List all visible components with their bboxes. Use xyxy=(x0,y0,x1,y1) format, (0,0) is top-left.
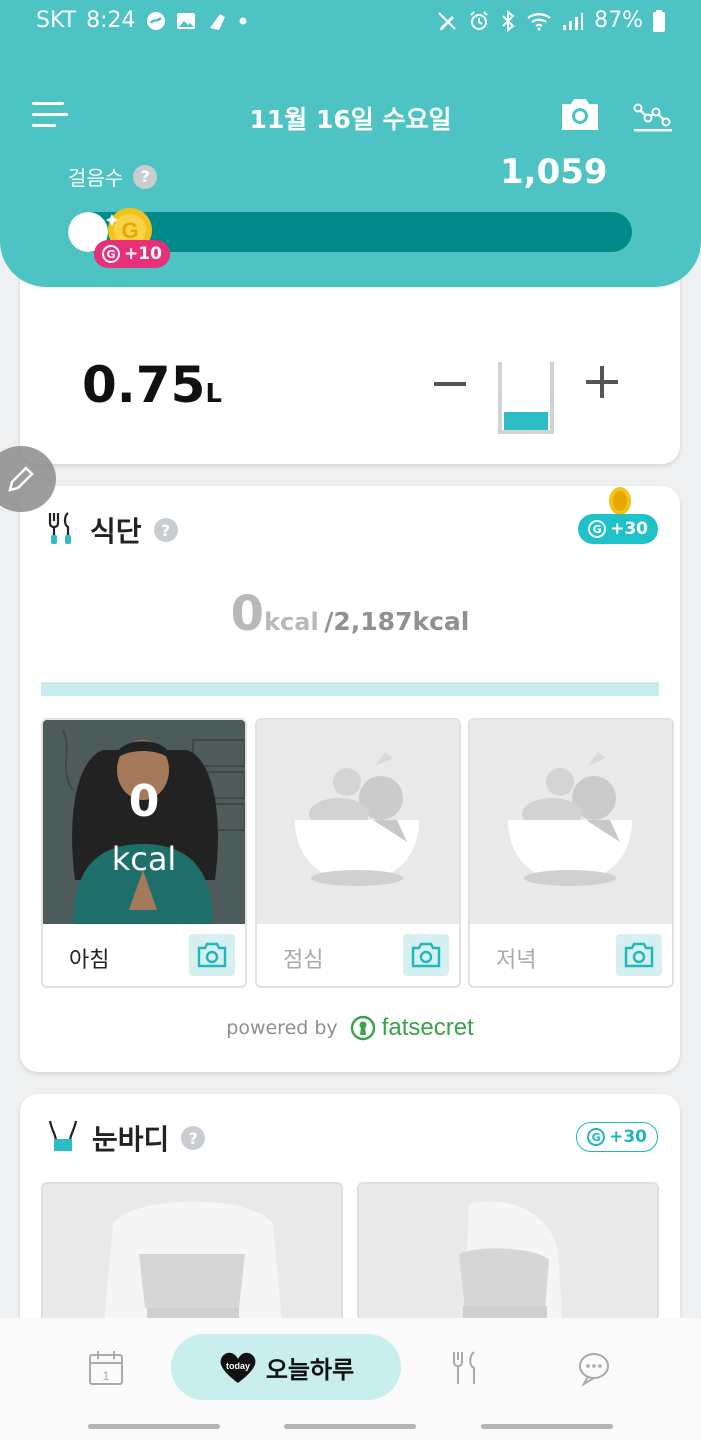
meal-card-lunch[interactable]: 점심 xyxy=(255,718,461,988)
pencil-icon xyxy=(8,466,34,492)
steps-reward-badge[interactable]: G +10 xyxy=(94,240,170,268)
body-title-row: 눈바디 ? xyxy=(46,1118,206,1158)
water-plus-button[interactable] xyxy=(582,362,622,402)
steps-value: 1,059 xyxy=(500,152,608,192)
breakfast-camera-button[interactable] xyxy=(189,934,235,976)
kcal-current: 0 xyxy=(230,586,265,642)
battery-label: 87% xyxy=(594,8,643,33)
keyhole-icon xyxy=(350,1015,375,1041)
gallery-icon xyxy=(176,12,196,30)
water-value-row: 0.75L xyxy=(82,356,222,414)
wifi-icon xyxy=(526,11,552,31)
samsung-pay-icon xyxy=(146,11,166,31)
steps-label-row: 걸음수 ? xyxy=(68,162,158,191)
kcal-unit: kcal xyxy=(264,608,319,636)
water-value: 0.75 xyxy=(82,356,206,414)
water-unit: L xyxy=(205,379,222,409)
diet-reward-badge[interactable]: G +30 xyxy=(578,514,658,544)
salad-bowl-icon xyxy=(508,752,632,886)
carrier-label: SKT xyxy=(36,8,77,33)
camera-icon[interactable] xyxy=(558,94,602,134)
time-label: 8:24 xyxy=(86,8,136,33)
bottom-nav: 1 today 오늘하루 xyxy=(0,1318,701,1440)
body-help-icon[interactable]: ? xyxy=(181,1126,206,1150)
dot-icon xyxy=(238,16,248,26)
body-reward-value: +30 xyxy=(609,1127,647,1147)
header: SKT 8:24 87% 11월 16일 수요일 걸음수 ? 1,059 G G… xyxy=(0,0,701,287)
dinner-placeholder-image xyxy=(470,720,672,924)
water-card: 0.75L xyxy=(20,260,680,464)
meal-card-breakfast[interactable]: 0 kcal 아침 xyxy=(41,718,247,988)
g-point-icon: G xyxy=(588,520,607,538)
battery-icon xyxy=(653,9,665,32)
camera-icon xyxy=(197,942,227,968)
nav-indicator-center xyxy=(284,1424,416,1429)
today-badge-text: today xyxy=(226,1361,250,1371)
heart-icon: today xyxy=(220,1352,256,1383)
pen-off-icon xyxy=(436,10,458,32)
powered-by-text: powered by xyxy=(226,1017,338,1039)
fork-knife-nav-icon[interactable] xyxy=(444,1348,484,1388)
water-glass-icon xyxy=(496,360,556,436)
chat-icon[interactable] xyxy=(574,1348,614,1388)
steps-reward-value: +10 xyxy=(124,244,162,264)
powered-by-row: powered by fatsecret xyxy=(20,1014,680,1042)
diet-progress-bar xyxy=(41,682,659,696)
salad-bowl-icon xyxy=(295,752,419,886)
lunch-camera-button[interactable] xyxy=(403,934,449,976)
g-point-icon: G xyxy=(587,1128,606,1146)
top-toolbar: 11월 16일 수요일 xyxy=(0,88,701,144)
trend-chart-icon[interactable] xyxy=(632,96,674,134)
kcal-goal: /2,187kcal xyxy=(324,607,470,636)
diet-reward-value: +30 xyxy=(610,519,648,539)
status-bar: SKT 8:24 87% xyxy=(0,0,701,44)
fatsecret-logo[interactable]: fatsecret xyxy=(350,1014,474,1042)
meal-card-dinner[interactable]: 저녁 xyxy=(468,718,674,988)
svg-text:1: 1 xyxy=(103,1369,110,1383)
diet-help-icon[interactable]: ? xyxy=(153,518,178,542)
shoe-icon xyxy=(206,10,228,32)
waist-icon xyxy=(46,1119,80,1157)
steps-label: 걸음수 xyxy=(68,166,124,190)
camera-icon xyxy=(411,942,441,968)
alarm-icon xyxy=(468,10,490,32)
breakfast-kcal: 0 xyxy=(128,776,160,827)
lunch-placeholder-image xyxy=(257,720,459,924)
nav-today-button[interactable]: today 오늘하루 xyxy=(171,1334,401,1400)
diet-kcal-summary: 0kcal /2,187kcal xyxy=(20,586,680,642)
camera-icon xyxy=(624,942,654,968)
calendar-icon[interactable]: 1 xyxy=(86,1348,126,1388)
signal-icon xyxy=(562,11,584,31)
steps-help-icon[interactable]: ? xyxy=(133,164,158,189)
fork-knife-icon xyxy=(46,511,78,549)
lunch-label: 점심 xyxy=(283,948,324,973)
water-minus-button[interactable] xyxy=(430,364,470,404)
nav-indicator-left xyxy=(88,1424,220,1429)
bluetooth-icon xyxy=(500,9,516,32)
fatsecret-brand: fatsecret xyxy=(381,1014,474,1041)
nav-indicator-right xyxy=(481,1424,613,1429)
g-point-icon: G xyxy=(102,245,120,263)
diet-title-row: 식단 ? xyxy=(46,510,178,550)
body-title: 눈바디 xyxy=(92,1123,170,1156)
breakfast-image: 0 kcal xyxy=(43,720,245,924)
nav-today-label: 오늘하루 xyxy=(265,1355,355,1384)
diet-card: 식단 ? G +30 0kcal /2,187kcal 0 kcal 아침 점심… xyxy=(20,486,680,1072)
body-reward-badge[interactable]: G +30 xyxy=(576,1122,658,1152)
diet-coin-icon xyxy=(606,486,634,516)
breakfast-kcal-unit: kcal xyxy=(111,840,177,878)
dinner-camera-button[interactable] xyxy=(616,934,662,976)
breakfast-label: 아침 xyxy=(69,948,110,973)
diet-title: 식단 xyxy=(90,515,142,548)
dinner-label: 저녁 xyxy=(496,948,537,973)
